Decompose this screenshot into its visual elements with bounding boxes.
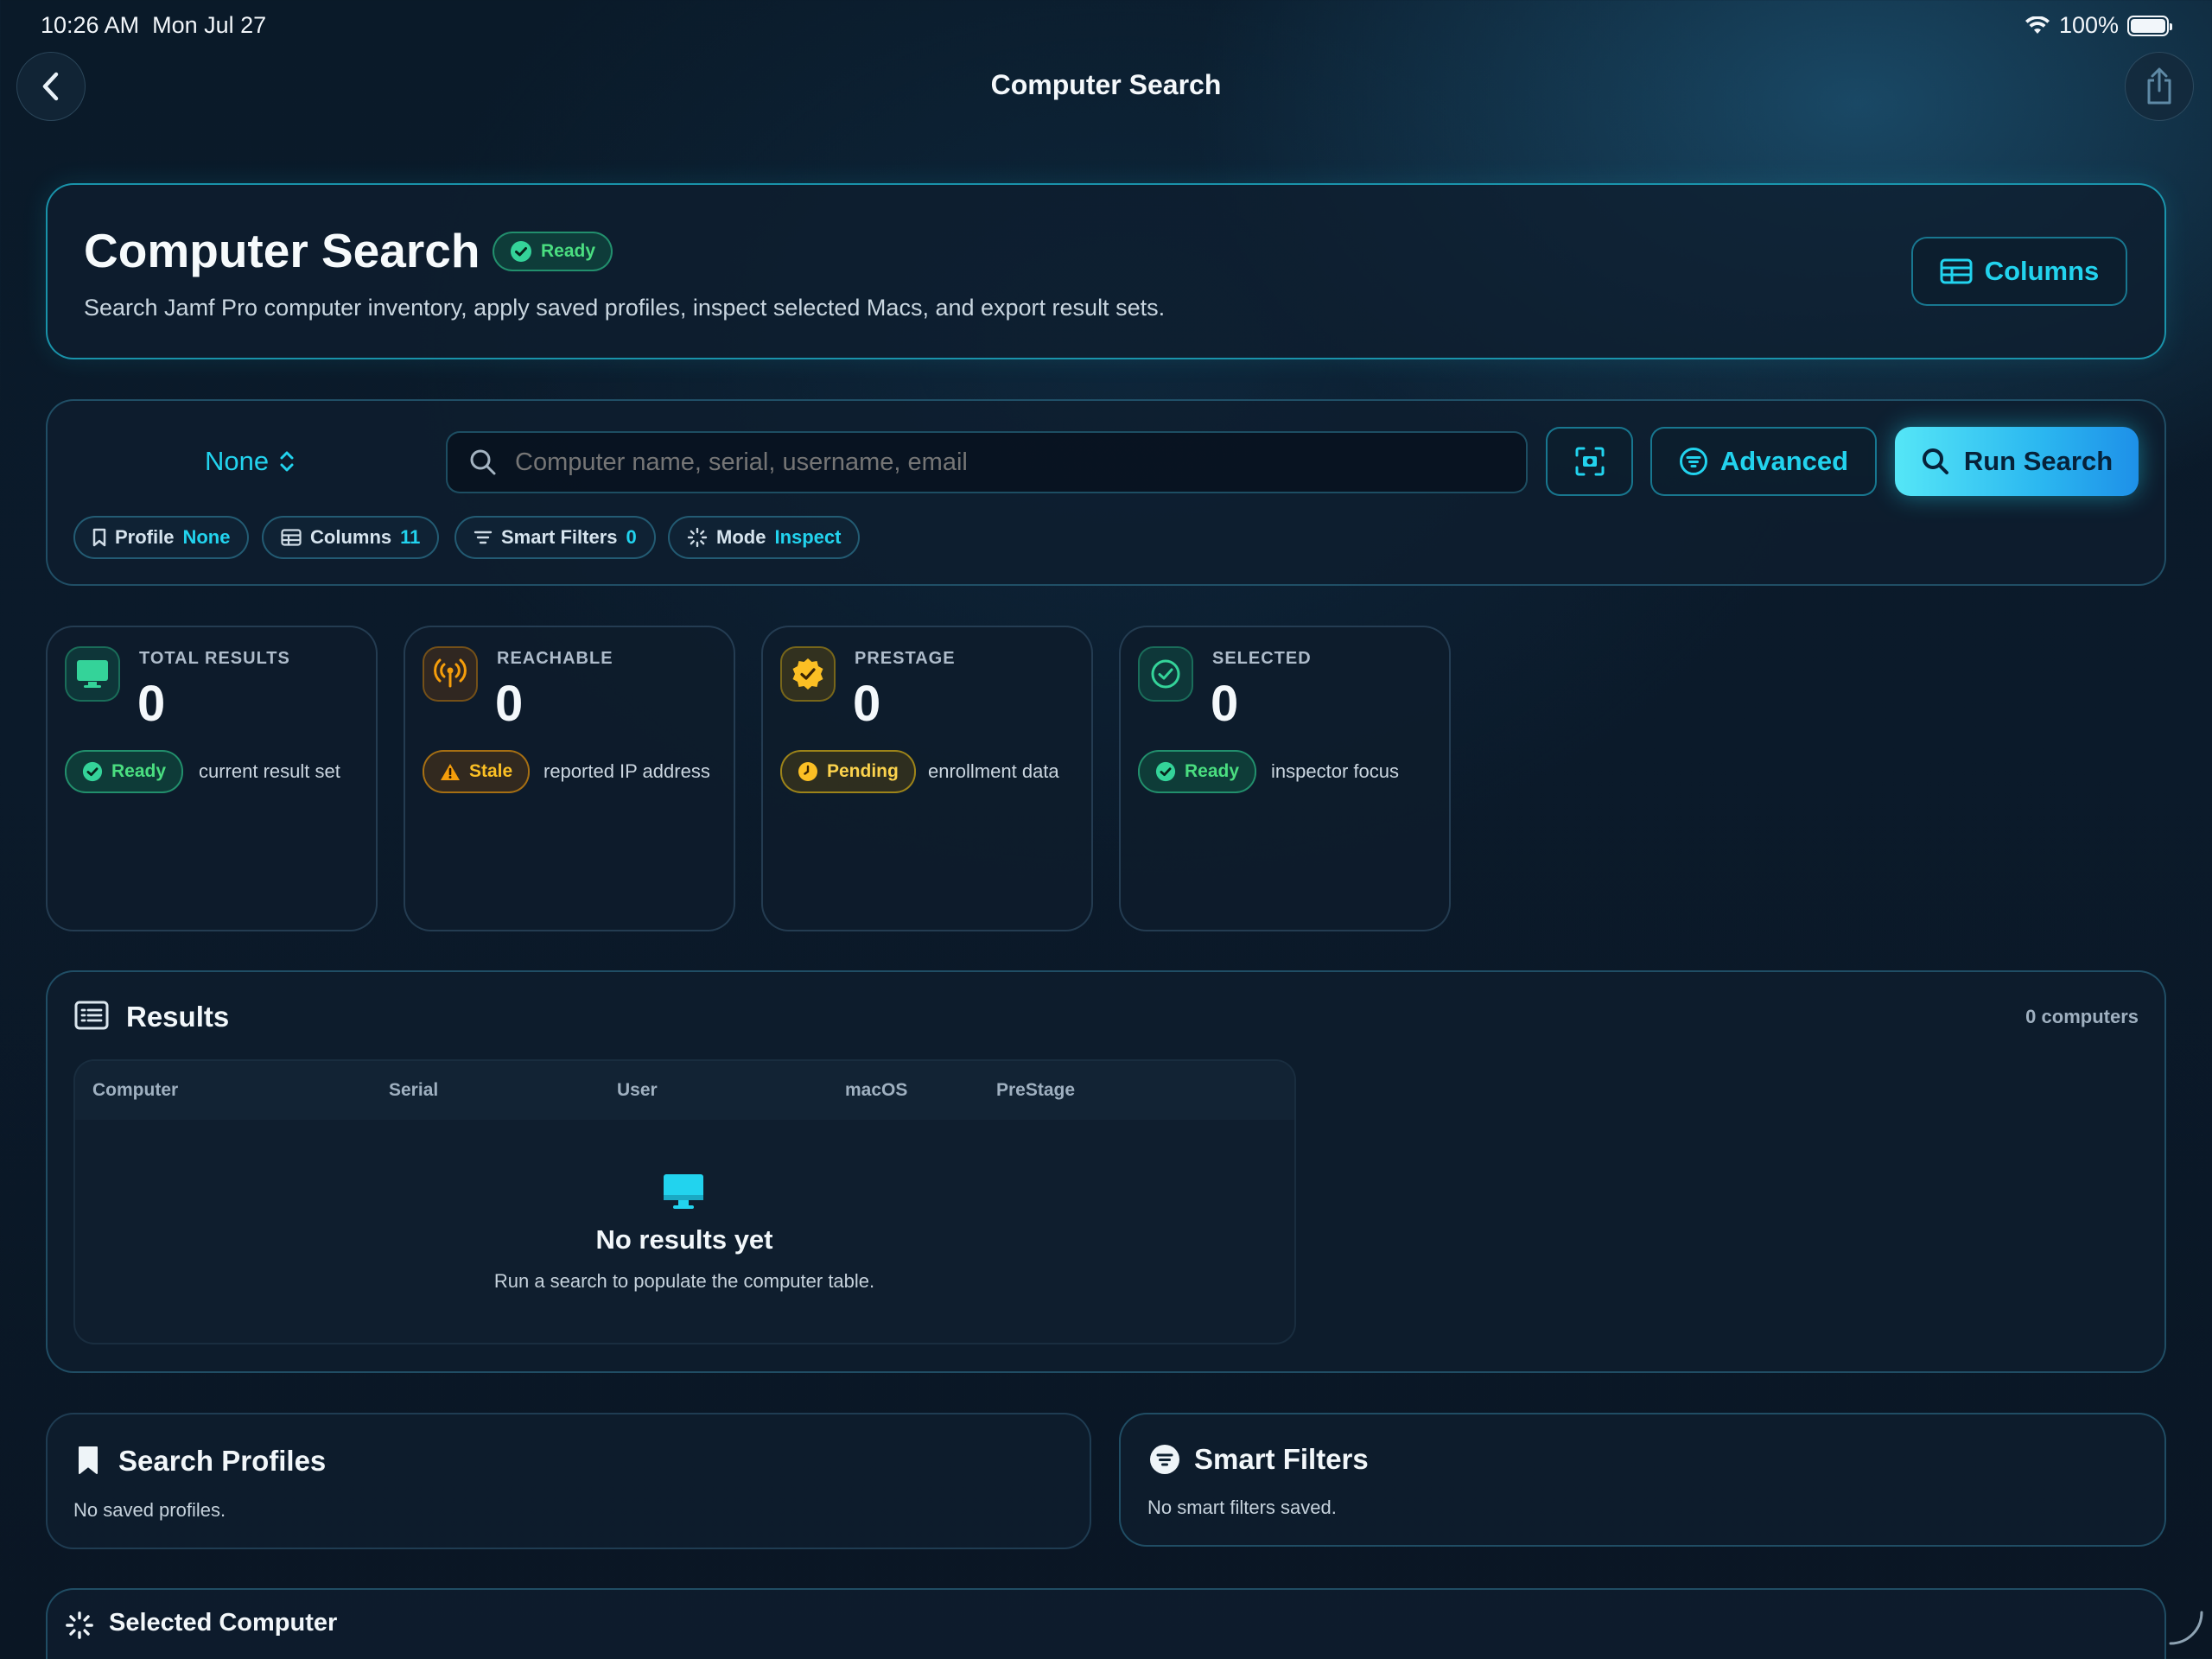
wifi-icon — [2024, 16, 2050, 34]
stat-value: 0 — [137, 676, 166, 732]
table-header — [75, 1061, 1294, 1120]
stat-badge: Ready — [1138, 750, 1257, 793]
smart-filters-empty: No smart filters saved. — [1147, 1497, 1337, 1518]
spinner-icon — [687, 527, 708, 548]
columns-button[interactable]: Columns — [1911, 237, 2127, 306]
checkmark-circle-icon — [1138, 646, 1193, 702]
resize-handle-icon[interactable] — [2167, 1609, 2205, 1647]
chevron-up-down-icon — [280, 451, 294, 472]
header-card: Computer Search Ready Search Jamf Pro co… — [46, 183, 2166, 359]
clock-icon — [798, 762, 817, 781]
stat-value: 0 — [853, 676, 881, 732]
column-header-computer[interactable]: Computer — [92, 1080, 178, 1101]
column-header-macos[interactable]: macOS — [845, 1080, 907, 1101]
stat-badge: Ready — [65, 750, 184, 793]
empty-state-title: No results yet — [595, 1224, 773, 1255]
advanced-button[interactable]: Advanced — [1650, 427, 1877, 496]
stat-card-prestage: PRESTAGE 0 Pending enrollment data — [761, 626, 1093, 931]
chip-smart-filters[interactable]: Smart Filters 0 — [454, 516, 656, 559]
filter-circle-icon — [1679, 448, 1707, 475]
share-icon — [2147, 67, 2171, 105]
stat-card-reachable: REACHABLE 0 Stale reported IP address — [404, 626, 735, 931]
seal-check-icon — [780, 646, 836, 702]
results-title: Results — [126, 1001, 230, 1033]
chip-columns[interactable]: Columns 11 — [262, 516, 440, 559]
battery-percent: 100% — [2058, 12, 2119, 38]
bookmark-icon — [79, 1446, 98, 1474]
search-input[interactable] — [515, 448, 1526, 477]
seal-check-icon — [82, 761, 103, 782]
seal-check-icon — [1155, 761, 1176, 782]
stat-label: REACHABLE — [497, 649, 613, 668]
smart-filters-card — [1119, 1413, 2166, 1547]
column-header-prestage[interactable]: PreStage — [996, 1080, 1075, 1101]
page-description: Search Jamf Pro computer inventory, appl… — [84, 295, 1166, 321]
search-profiles-title: Search Profiles — [118, 1445, 327, 1477]
warning-icon — [441, 764, 460, 780]
results-count: 0 computers — [2025, 1006, 2139, 1027]
desktop-icon — [65, 646, 120, 702]
table-icon — [281, 529, 302, 546]
search-icon — [1922, 448, 1948, 474]
filter-circle-icon — [1150, 1445, 1179, 1474]
stat-note: reported IP address — [543, 760, 710, 782]
status-time: 10:26 AM Mon Jul 27 — [41, 12, 267, 38]
search-profiles-card — [46, 1413, 1091, 1549]
selected-computer-title: Selected Computer — [109, 1609, 338, 1637]
stat-value: 0 — [1211, 676, 1239, 732]
stat-badge: Pending — [780, 750, 916, 793]
stat-note: current result set — [199, 760, 340, 782]
scan-button[interactable] — [1546, 427, 1633, 496]
table-icon — [1940, 258, 1973, 284]
stat-badge: Stale — [423, 750, 531, 793]
camera-viewfinder-icon — [1575, 447, 1604, 476]
bookmark-icon — [92, 528, 106, 547]
status-badge: Ready — [493, 232, 613, 271]
seal-check-icon — [511, 241, 531, 262]
antenna-icon — [423, 646, 478, 702]
column-header-serial[interactable]: Serial — [389, 1080, 438, 1101]
stat-card-selected: SELECTED 0 Ready inspector focus — [1119, 626, 1451, 931]
stat-label: PRESTAGE — [855, 649, 956, 668]
nav-title: Computer Search — [990, 69, 1222, 100]
search-icon — [470, 449, 496, 475]
list-icon — [74, 1001, 109, 1030]
desktop-icon — [664, 1174, 703, 1209]
page-title: Computer Search — [84, 224, 480, 277]
search-field[interactable] — [446, 431, 1528, 493]
stat-label: TOTAL RESULTS — [139, 649, 290, 668]
share-button[interactable] — [2125, 52, 2194, 121]
stat-label: SELECTED — [1212, 649, 1312, 668]
stat-card-total-results: TOTAL RESULTS 0 Ready current result set — [46, 626, 378, 931]
chip-profile[interactable]: Profile None — [73, 516, 250, 559]
stat-note: inspector focus — [1271, 760, 1399, 782]
selected-computer-card — [46, 1588, 2166, 1659]
profile-select[interactable]: None — [205, 444, 295, 479]
stat-note: enrollment data — [928, 760, 1059, 782]
run-search-button[interactable]: Run Search — [1895, 427, 2139, 496]
stat-value: 0 — [495, 676, 524, 732]
chip-mode[interactable]: Mode Inspect — [668, 516, 861, 559]
status-right: 100% — [2024, 12, 2172, 39]
smart-filters-title: Smart Filters — [1194, 1443, 1369, 1475]
spinner-icon — [66, 1611, 93, 1639]
column-header-user[interactable]: User — [617, 1080, 658, 1101]
battery-icon — [2127, 15, 2172, 36]
search-profiles-empty: No saved profiles. — [73, 1499, 226, 1521]
filter-lines-icon — [474, 531, 493, 544]
empty-state-text: Run a search to populate the computer ta… — [493, 1270, 875, 1292]
